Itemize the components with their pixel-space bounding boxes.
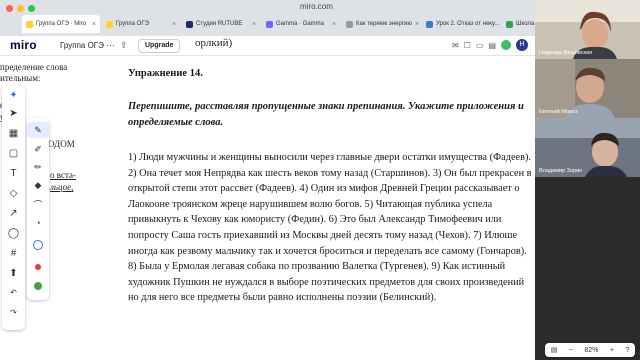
tab-close-icon[interactable]: × [92, 21, 96, 28]
tab-close-icon[interactable]: × [332, 21, 336, 28]
video-call-panel: Надежда Вешовская Евгений Мороз Владимир… [535, 0, 640, 360]
export-icon[interactable]: ⇪ [120, 40, 128, 51]
doc-fragment: льцое, [50, 182, 74, 192]
browser-tab[interactable]: Группа ОГЭ × [102, 15, 180, 33]
tab-favicon-icon [186, 20, 193, 28]
browser-tab[interactable]: Gamma · Gamma × [262, 15, 340, 33]
exercise-body: 1) Люди мужчины и женщины выносили через… [128, 152, 532, 304]
comment-tool-icon[interactable]: ◯ [2, 228, 25, 239]
zoom-in-button[interactable]: + [610, 347, 614, 354]
color-green-swatch[interactable] [27, 282, 49, 292]
table-icon[interactable]: ▦ [2, 128, 25, 139]
pen-subtoolbar: ✎ ✐ ✏ ◆ ⌒ ◔ [27, 118, 49, 300]
redo-icon[interactable]: ↷ [2, 308, 25, 317]
help-icon[interactable]: ? [625, 347, 629, 354]
doc-header-fragment: орлкий) [195, 37, 233, 49]
highlighter-icon[interactable]: ✏ [27, 162, 49, 173]
browser-tab[interactable]: Как теряем энергию × [342, 15, 420, 33]
browser-tab[interactable]: Урок 2. Отказ от неку...× [422, 15, 500, 33]
text-tool-icon[interactable]: T [2, 168, 25, 179]
tab-close-icon[interactable]: × [252, 21, 256, 28]
lasso-icon[interactable]: ⌒ [27, 198, 49, 211]
tab-close-icon[interactable]: × [172, 21, 176, 28]
participant-tile[interactable]: Надежда Вешовская [535, 0, 640, 59]
marker-icon[interactable]: ✐ [27, 144, 49, 155]
color-red-swatch[interactable] [27, 262, 49, 272]
sticky-note-icon[interactable]: ▢ [2, 148, 25, 159]
eraser-icon[interactable]: ◆ [27, 180, 49, 191]
maximize-window-button[interactable] [28, 5, 35, 12]
doc-fragment: о вста- [50, 170, 76, 180]
connector-icon[interactable]: ↗ [2, 208, 25, 219]
tab-favicon-icon [26, 20, 33, 28]
zoom-level[interactable]: 82% [584, 347, 598, 354]
doc-fragment: ОДОМ [48, 139, 75, 149]
settings-icon[interactable]: ⋯ [106, 40, 115, 51]
tab-label: Группа ОГЭ · Miro [36, 21, 86, 27]
tab-label: Gamma · Gamma [276, 21, 325, 27]
pen-icon[interactable]: ✎ [27, 122, 49, 138]
magic-icon[interactable]: ✦ [2, 90, 25, 101]
participant-name: Владимир Зорин [539, 168, 583, 174]
tab-favicon-icon [266, 20, 273, 28]
address-bar[interactable]: miro.com [300, 2, 333, 11]
participant-name: Надежда Вешовская [539, 50, 593, 56]
exercise-instruction: Перепишите, расставляя пропущенные знаки… [128, 101, 524, 128]
tab-label: Как теряем энергию [356, 21, 412, 27]
board-name[interactable]: Группа ОГЭ [60, 41, 104, 50]
left-toolbar: ✦ ➤ ▦ ▢ T ◇ ↗ ◯ # ⬆ ↶ ↷ [2, 86, 25, 330]
participant-tile[interactable]: Евгений Мороз [535, 59, 640, 118]
miro-logo[interactable]: miro [10, 38, 37, 52]
select-cursor-icon[interactable]: ➤ [2, 108, 25, 119]
browser-tab[interactable]: Группа ОГЭ · Miro × [22, 15, 100, 33]
tab-label: Урок 2. Отказ от неку... [436, 21, 500, 27]
miro-top-bar: miro Группа ОГЭ ⋯ ⇪ Upgrade ✉ ☐ ▭ ▤ H [0, 36, 535, 56]
browser-tab[interactable]: Студия RUTUBE × [182, 15, 260, 33]
tab-label: Группа ОГЭ [116, 21, 149, 27]
color-blue-swatch[interactable] [27, 240, 49, 252]
undo-icon[interactable]: ↶ [2, 288, 25, 297]
tab-favicon-icon [346, 20, 353, 28]
exercise-title: Упражнение 14. [128, 68, 203, 79]
upgrade-button[interactable]: Upgrade [138, 39, 181, 53]
video-icon[interactable]: ▭ [476, 41, 484, 50]
doc-fragment: ительным: [0, 73, 41, 83]
user-avatar[interactable]: H [516, 39, 528, 51]
zoom-controls: ▤ − 82% + ? [545, 343, 635, 357]
tab-favicon-icon [426, 20, 433, 28]
participant-name: Евгений Мороз [539, 109, 578, 115]
doc-fragment: пределение слова [0, 62, 68, 72]
tab-label: Студия RUTUBE [196, 21, 243, 27]
tab-favicon-icon [106, 20, 113, 28]
panel-toggle-icon[interactable]: ▤ [551, 346, 558, 354]
participant-tile[interactable]: Владимир Зорин [535, 118, 640, 177]
upload-icon[interactable]: ⬆ [2, 268, 25, 279]
close-window-button[interactable] [6, 5, 13, 12]
zoom-out-button[interactable]: − [569, 347, 573, 354]
shape-tool-icon[interactable]: ◇ [2, 188, 25, 199]
pointer-icon[interactable]: ◔ [27, 218, 49, 228]
frame-icon[interactable]: # [2, 248, 25, 259]
minimize-window-button[interactable] [17, 5, 24, 12]
comment-icon[interactable]: ☐ [464, 41, 471, 50]
chat-icon[interactable]: ✉ [452, 41, 459, 50]
sidebar-icon[interactable]: ▤ [488, 41, 496, 50]
tab-close-icon[interactable]: × [415, 21, 419, 28]
collab-tools: ✉ ☐ ▭ ▤ H [452, 39, 528, 51]
tab-favicon-icon [506, 20, 513, 28]
window-controls[interactable] [6, 5, 35, 12]
online-avatar[interactable] [501, 40, 511, 50]
